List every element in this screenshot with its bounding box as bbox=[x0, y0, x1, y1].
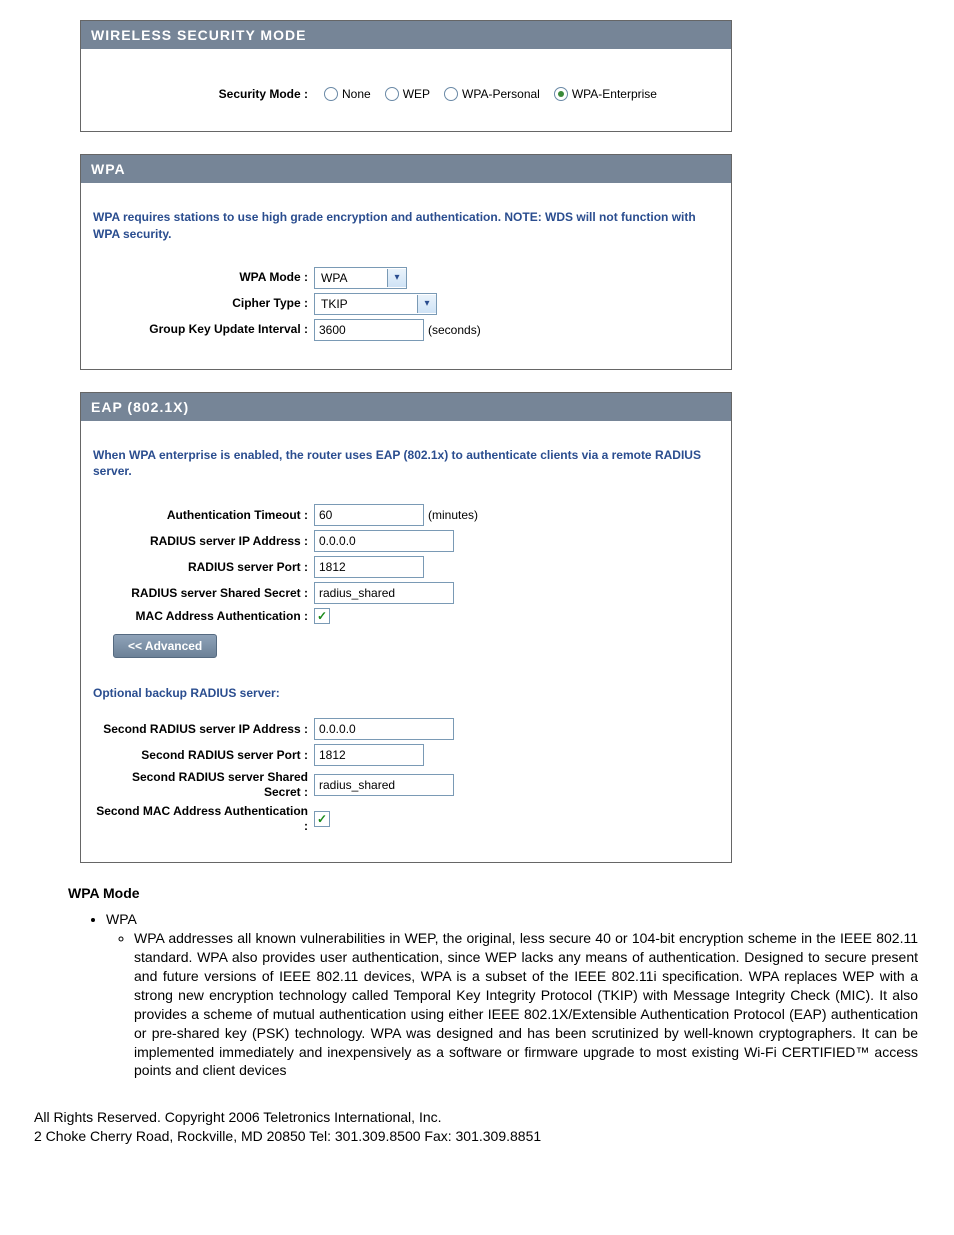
radio-icon bbox=[324, 87, 338, 101]
auth-timeout-input[interactable] bbox=[314, 504, 424, 526]
mac-auth-label: MAC Address Authentication : bbox=[93, 609, 314, 624]
doc-paragraph: WPA addresses all known vulnerabilities … bbox=[134, 929, 918, 1080]
radius2-port-input[interactable] bbox=[314, 744, 424, 766]
mac-auth-checkbox[interactable]: ✓ bbox=[314, 608, 330, 624]
wpa-mode-select[interactable]: WPA ▾ bbox=[314, 267, 407, 289]
mac-auth2-label: Second MAC Address Authentication : bbox=[93, 804, 314, 834]
wpa-mode-value: WPA bbox=[315, 271, 387, 285]
radius-port-label: RADIUS server Port : bbox=[93, 560, 314, 575]
radius-port-input[interactable] bbox=[314, 556, 424, 578]
chevron-down-icon: ▾ bbox=[387, 269, 406, 287]
radius-ip-label: RADIUS server IP Address : bbox=[93, 534, 314, 549]
eap-panel: EAP (802.1X) When WPA enterprise is enab… bbox=[80, 392, 732, 864]
security-mode-option-label: None bbox=[342, 87, 371, 101]
wireless-security-mode-header: WIRELESS SECURITY MODE bbox=[81, 21, 731, 49]
radius-secret-label: RADIUS server Shared Secret : bbox=[93, 586, 314, 601]
security-mode-option-wpa-enterprise[interactable]: WPA-Enterprise bbox=[554, 87, 657, 101]
auth-timeout-label: Authentication Timeout : bbox=[93, 508, 314, 523]
security-mode-option-label: WPA-Personal bbox=[462, 87, 540, 101]
radius2-secret-input[interactable] bbox=[314, 774, 454, 796]
wpa-panel: WPA WPA requires stations to use high gr… bbox=[80, 154, 732, 370]
footer-line-1: All Rights Reserved. Copyright 2006 Tele… bbox=[34, 1108, 934, 1127]
radius2-secret-label: Second RADIUS server Shared Secret : bbox=[93, 770, 314, 800]
wpa-description: WPA requires stations to use high grade … bbox=[93, 209, 719, 243]
doc-heading: WPA Mode bbox=[68, 885, 918, 901]
auth-timeout-unit: (minutes) bbox=[428, 508, 478, 522]
group-key-input[interactable] bbox=[314, 319, 424, 341]
cipher-type-select[interactable]: TKIP ▾ bbox=[314, 293, 437, 315]
advanced-button[interactable]: << Advanced bbox=[113, 634, 217, 658]
eap-header: EAP (802.1X) bbox=[81, 393, 731, 421]
security-mode-option-label: WPA-Enterprise bbox=[572, 87, 657, 101]
wpa-header: WPA bbox=[81, 155, 731, 183]
security-mode-option-none[interactable]: None bbox=[324, 87, 371, 101]
wpa-mode-label: WPA Mode : bbox=[93, 270, 314, 285]
radio-icon bbox=[385, 87, 399, 101]
security-mode-option-wpa-personal[interactable]: WPA-Personal bbox=[444, 87, 540, 101]
group-key-label: Group Key Update Interval : bbox=[93, 322, 314, 337]
backup-radius-header: Optional backup RADIUS server: bbox=[93, 686, 719, 700]
footer-line-2: 2 Choke Cherry Road, Rockville, MD 20850… bbox=[34, 1127, 934, 1146]
radius2-ip-label: Second RADIUS server IP Address : bbox=[93, 722, 314, 737]
wireless-security-mode-panel: WIRELESS SECURITY MODE Security Mode : N… bbox=[80, 20, 732, 132]
page-footer: All Rights Reserved. Copyright 2006 Tele… bbox=[34, 1108, 934, 1146]
eap-description: When WPA enterprise is enabled, the rout… bbox=[93, 447, 719, 481]
mac-auth2-checkbox[interactable]: ✓ bbox=[314, 811, 330, 827]
doc-bullet-label: WPA bbox=[106, 911, 137, 927]
security-mode-option-label: WEP bbox=[403, 87, 430, 101]
radio-icon bbox=[554, 87, 568, 101]
cipher-type-value: TKIP bbox=[315, 297, 417, 311]
radio-icon bbox=[444, 87, 458, 101]
group-key-unit: (seconds) bbox=[428, 323, 481, 337]
security-mode-label: Security Mode : bbox=[93, 87, 314, 101]
radius2-port-label: Second RADIUS server Port : bbox=[93, 748, 314, 763]
radius-secret-input[interactable] bbox=[314, 582, 454, 604]
doc-bullet-wpa: WPA WPA addresses all known vulnerabilit… bbox=[106, 911, 918, 1080]
security-mode-option-wep[interactable]: WEP bbox=[385, 87, 430, 101]
chevron-down-icon: ▾ bbox=[417, 295, 436, 313]
cipher-type-label: Cipher Type : bbox=[93, 296, 314, 311]
doc-section: WPA Mode WPA WPA addresses all known vul… bbox=[68, 885, 918, 1080]
radius2-ip-input[interactable] bbox=[314, 718, 454, 740]
radius-ip-input[interactable] bbox=[314, 530, 454, 552]
